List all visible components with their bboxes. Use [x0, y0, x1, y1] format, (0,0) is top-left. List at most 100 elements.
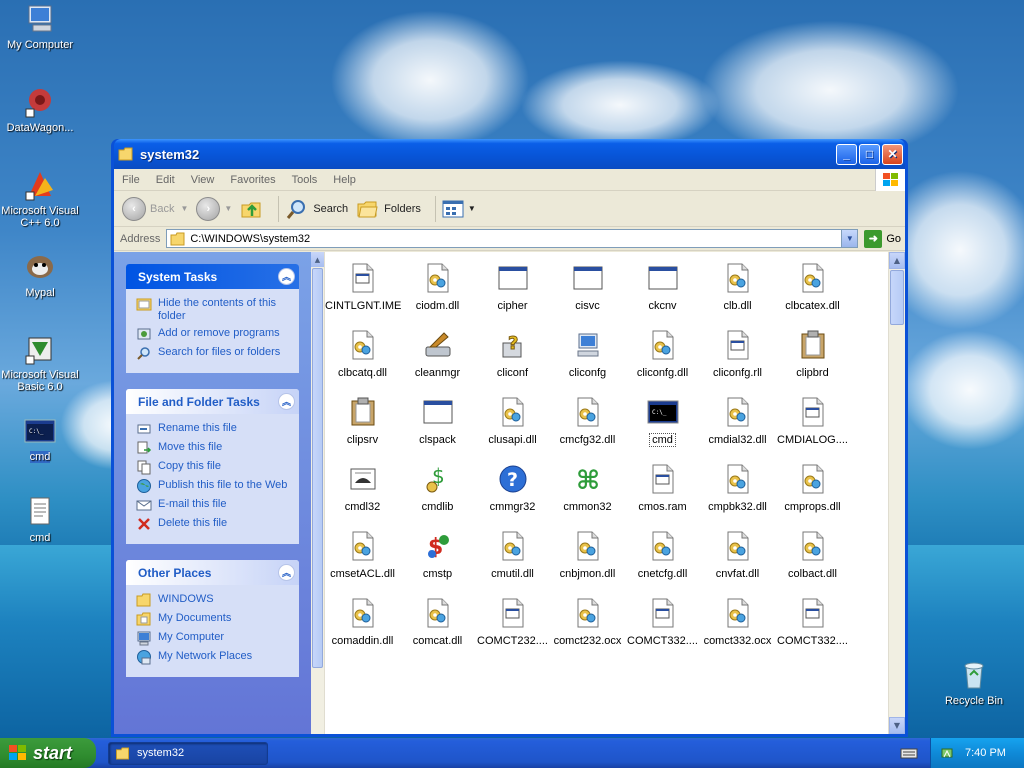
scroll-thumb[interactable]	[312, 268, 323, 668]
file-item[interactable]: comcat.dll	[400, 597, 475, 647]
menu-help[interactable]: Help	[333, 174, 356, 186]
file-item[interactable]: COMCT332....	[775, 597, 850, 647]
title-bar[interactable]: system32 _ □ ✕	[114, 139, 905, 169]
go-button[interactable]: ➜ Go	[864, 229, 901, 248]
scroll-thumb[interactable]	[890, 270, 904, 325]
other-places-header[interactable]: Other Places ︽	[126, 560, 299, 585]
forward-button[interactable]: › ▼	[196, 196, 232, 221]
file-item[interactable]: clusapi.dll	[475, 396, 550, 446]
file-item[interactable]: C:\_ cmd	[625, 396, 700, 447]
collapse-chevron-icon[interactable]: ︽	[278, 564, 295, 581]
task-search-files[interactable]: Search for files or folders	[136, 346, 291, 361]
file-item[interactable]: $ cmstp	[400, 530, 475, 580]
address-input[interactable]: C:\WINDOWS\system32 ▼	[166, 229, 859, 248]
system-tasks-header[interactable]: System Tasks ︽	[126, 264, 299, 289]
file-item[interactable]: ciodm.dll	[400, 262, 475, 312]
menu-edit[interactable]: Edit	[156, 174, 175, 186]
desktop-icon-mypal[interactable]: Mypal	[0, 250, 80, 299]
file-folder-tasks-header[interactable]: File and Folder Tasks ︽	[126, 389, 299, 414]
collapse-chevron-icon[interactable]: ︽	[278, 268, 295, 285]
file-item[interactable]: cmsetACL.dll	[325, 530, 400, 580]
collapse-chevron-icon[interactable]: ︽	[278, 393, 295, 410]
file-item[interactable]: cliconfg.rll	[700, 329, 775, 379]
file-item[interactable]: cmdl32	[325, 463, 400, 513]
file-item[interactable]: COMCT232....	[475, 597, 550, 647]
file-item[interactable]: cliconfg.dll	[625, 329, 700, 379]
task-hide-folder-contents[interactable]: Hide the contents of this folder	[136, 297, 291, 323]
taskbar-button-system32[interactable]: system32	[108, 741, 268, 765]
task-email-file[interactable]: E-mail this file	[136, 498, 291, 513]
maximize-button[interactable]: □	[859, 143, 880, 165]
desktop-icon-recycle-bin[interactable]: Recycle Bin	[934, 658, 1014, 707]
desktop-icon-cmd-text[interactable]: cmd	[0, 495, 80, 544]
menu-file[interactable]: File	[122, 174, 140, 186]
file-item[interactable]: cipher	[475, 262, 550, 312]
start-button[interactable]: start	[0, 738, 96, 768]
file-item[interactable]: clipsrv	[325, 396, 400, 446]
folders-button[interactable]: Folders	[356, 198, 421, 220]
file-item[interactable]: comaddin.dll	[325, 597, 400, 647]
file-item[interactable]: colbact.dll	[775, 530, 850, 580]
file-item[interactable]: cnetcfg.dll	[625, 530, 700, 580]
task-pane-scrollbar[interactable]: ▲	[311, 252, 325, 734]
place-my-documents[interactable]: My Documents	[136, 612, 291, 627]
desktop-icon-cmd[interactable]: C:\_ cmd	[0, 414, 80, 463]
scroll-down-icon[interactable]: ▼	[889, 717, 905, 734]
views-button[interactable]: ▼	[442, 199, 476, 219]
file-item[interactable]: ckcnv	[625, 262, 700, 312]
close-button[interactable]: ✕	[882, 143, 903, 165]
file-item[interactable]: cmutil.dll	[475, 530, 550, 580]
task-publish-web[interactable]: Publish this file to the Web	[136, 479, 291, 494]
file-item[interactable]: cmdial32.dll	[700, 396, 775, 446]
scroll-up-icon[interactable]: ▲	[311, 252, 324, 267]
file-item[interactable]: clbcatq.dll	[325, 329, 400, 379]
file-item[interactable]: $ cmdlib	[400, 463, 475, 513]
file-item[interactable]: CINTLGNT.IME	[325, 262, 401, 312]
desktop-icon-visual-cpp[interactable]: Microsoft Visual C++ 6.0	[0, 168, 80, 229]
file-item[interactable]: comct232.ocx	[550, 597, 625, 647]
file-item[interactable]: cnbjmon.dll	[550, 530, 625, 580]
search-button[interactable]: Search	[285, 197, 348, 221]
file-item[interactable]: cmcfg32.dll	[550, 396, 625, 446]
file-item[interactable]: cleanmgr	[400, 329, 475, 379]
file-item[interactable]: clbcatex.dll	[775, 262, 850, 312]
minimize-button[interactable]: _	[836, 143, 857, 165]
scroll-up-icon[interactable]: ▲	[889, 252, 905, 269]
file-item[interactable]: clspack	[400, 396, 475, 446]
menu-view[interactable]: View	[191, 174, 215, 186]
desktop-icon-my-computer[interactable]: My Computer	[0, 2, 80, 51]
file-item[interactable]: CMDIALOG....	[775, 396, 850, 446]
task-move-file[interactable]: Move this file	[136, 441, 291, 456]
address-dropdown-icon[interactable]: ▼	[841, 230, 858, 247]
file-item[interactable]: cnvfat.dll	[700, 530, 775, 580]
file-item[interactable]: ⌘ cmmon32	[550, 463, 625, 513]
file-view[interactable]: ▲ CINTLGNT.IME ciodm.dll cipher cisvc ckcnv c…	[311, 252, 905, 734]
clock[interactable]: 7:40 PM	[965, 747, 1006, 759]
place-my-computer[interactable]: My Computer	[136, 631, 291, 646]
desktop-icon-visual-basic[interactable]: Microsoft Visual Basic 6.0	[0, 332, 80, 393]
vertical-scrollbar[interactable]: ▲ ▼	[888, 252, 905, 734]
file-item[interactable]: comct332.ocx	[700, 597, 775, 647]
file-item[interactable]: cmos.ram	[625, 463, 700, 513]
menu-tools[interactable]: Tools	[292, 174, 318, 186]
task-add-remove-programs[interactable]: Add or remove programs	[136, 327, 291, 342]
file-item[interactable]: cmprops.dll	[775, 463, 850, 513]
file-item[interactable]: ? cmmgr32	[475, 463, 550, 513]
place-windows[interactable]: WINDOWS	[136, 593, 291, 608]
task-copy-file[interactable]: Copy this file	[136, 460, 291, 475]
file-item[interactable]: cmpbk32.dll	[700, 463, 775, 513]
file-item[interactable]: ? cliconf	[475, 329, 550, 380]
file-item[interactable]: cliconfg	[550, 329, 625, 379]
up-folder-button[interactable]	[240, 197, 264, 221]
keyboard-icon[interactable]	[900, 746, 918, 760]
task-rename-file[interactable]: Rename this file	[136, 422, 291, 437]
file-item[interactable]: clb.dll	[700, 262, 775, 312]
menu-favorites[interactable]: Favorites	[230, 174, 275, 186]
file-item[interactable]: cisvc	[550, 262, 625, 312]
back-button[interactable]: ‹ Back ▼	[122, 196, 188, 221]
task-delete-file[interactable]: Delete this file	[136, 517, 291, 532]
desktop-icon-datawagon[interactable]: DataWagon...	[0, 85, 80, 134]
file-item[interactable]: clipbrd	[775, 329, 850, 379]
safely-remove-hardware-icon[interactable]	[939, 745, 955, 761]
place-my-network-places[interactable]: My Network Places	[136, 650, 291, 665]
